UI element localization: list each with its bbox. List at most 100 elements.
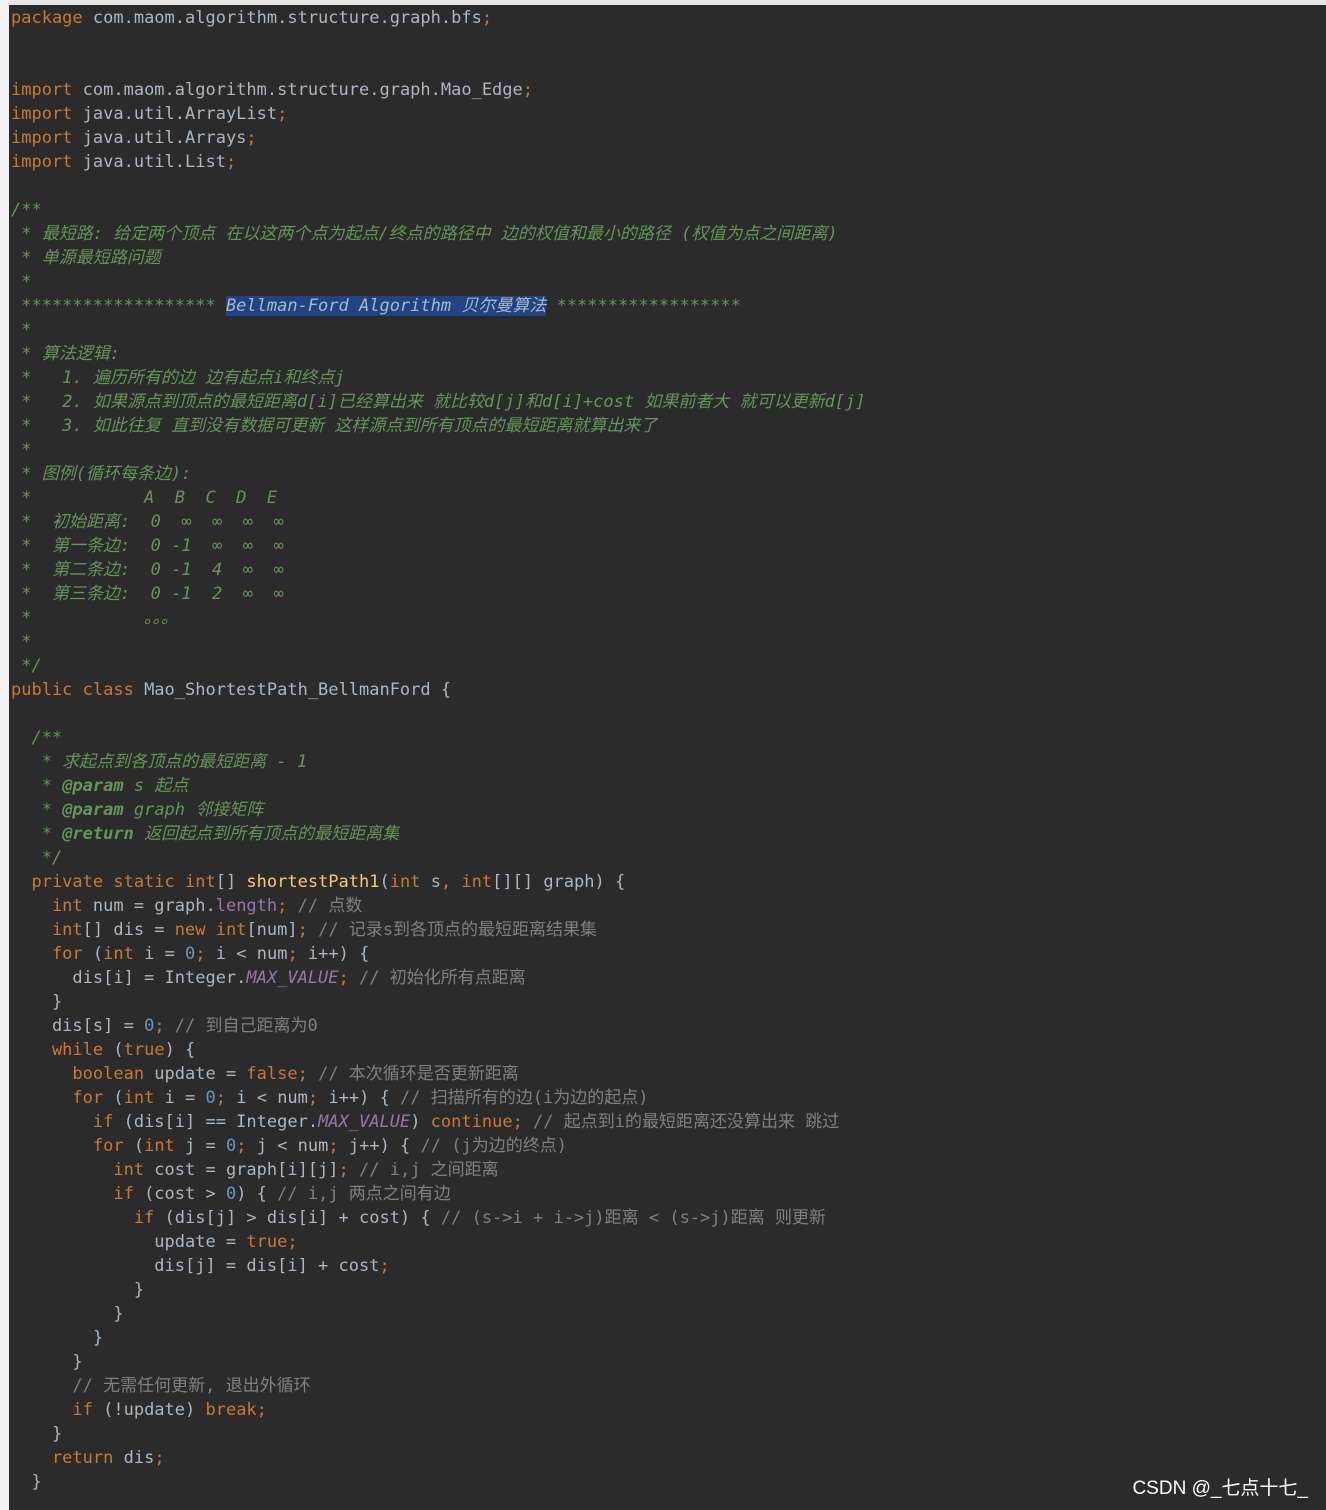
code-token: if (11, 1184, 134, 1204)
code-line: * 算法逻辑: (11, 342, 1326, 366)
code-line: boolean update = false; // 本次循环是否更新距离 (11, 1062, 1326, 1086)
code-token: int (11, 920, 83, 940)
code-token: break (205, 1400, 257, 1420)
code-token: j < num (256, 1136, 329, 1156)
code-line: * 单源最短路问题 (11, 246, 1326, 270)
code-token: 返回起点到所有顶点的最短距离集 (133, 824, 400, 844)
code-token: ; (277, 104, 288, 124)
code-line: int num = graph.length; // 点数 (11, 894, 1326, 918)
code-line: * A B C D E (11, 486, 1326, 510)
code-line: import java.util.ArrayList; (11, 102, 1326, 126)
code-token: // 记录s到各顶点的最短距离结果集 (318, 920, 598, 940)
code-token: * 1. 遍历所有的边 边有起点i和终点j (11, 368, 345, 388)
code-token: ; (297, 920, 319, 940)
code-line: ******************* Bellman-Ford Algorit… (11, 294, 1326, 318)
code-token: ; (246, 128, 257, 148)
code-token: * 3. 如此往复 直到没有数据可更新 这样源点到所有顶点的最短距离就算出来了 (11, 416, 658, 436)
code-token: [] dis = (82, 920, 175, 940)
code-token: [][] graph) { (492, 872, 626, 892)
code-token: dis[j] = dis[i] + cost (11, 1256, 380, 1276)
code-token: * 第二条边: 0 -1 4 ∞ ∞ (11, 560, 284, 580)
code-token: ; (256, 1400, 267, 1420)
code-token: int (11, 896, 83, 916)
code-line: * (11, 438, 1326, 462)
code-token: ; (307, 1088, 329, 1108)
code-line: } (11, 1302, 1326, 1326)
code-token: graph 邻接矩阵 (123, 800, 264, 820)
code-line: ​ (11, 30, 1326, 54)
code-line: /** (11, 198, 1326, 222)
code-token: * 求起点到各顶点的最短距离 - 1 (11, 752, 308, 772)
code-token: com.maom.algorithm.structure.graph.bfs (82, 8, 482, 28)
code-token: java.util.ArrayList (72, 104, 278, 124)
code-line: for (int j = 0; j < num; j++) { // (j为边的… (11, 1134, 1326, 1158)
code-token: s 起点 (123, 776, 189, 796)
code-line: private static int[] shortestPath1(int s… (11, 870, 1326, 894)
code-line: ​ (11, 702, 1326, 726)
code-token: // (j为边的终点) (420, 1136, 567, 1156)
code-token: 0 (205, 1088, 216, 1108)
code-line: package com.maom.algorithm.structure.gra… (11, 6, 1326, 30)
code-line: } (11, 1326, 1326, 1350)
code-token: shortestPath1 (246, 872, 380, 892)
code-token: // 起点到i的最短距离还没算出来 跳过 (533, 1112, 840, 1132)
code-line: // 无需任何更新, 退出外循环 (11, 1374, 1326, 1398)
code-line: * 第二条边: 0 -1 4 ∞ ∞ (11, 558, 1326, 582)
code-token: ; (379, 1256, 390, 1276)
code-line: * (11, 270, 1326, 294)
code-token: * 单源最短路问题 (11, 248, 161, 268)
code-token: private static int (11, 872, 216, 892)
code-line: import java.util.Arrays; (11, 126, 1326, 150)
code-line: dis[j] = dis[i] + cost; (11, 1254, 1326, 1278)
code-line: update = true; (11, 1230, 1326, 1254)
code-token: * 。。。 (11, 608, 179, 628)
code-token: ( (103, 1088, 124, 1108)
code-token: for (11, 944, 83, 964)
code-token: import (11, 128, 73, 148)
code-token: /** (11, 200, 42, 220)
code-token: // (s->i + i->j)距离 < (s->j)距离 则更新 (440, 1208, 826, 1228)
code-line: dis[i] = Integer.MAX_VALUE; // 初始化所有点距离 (11, 966, 1326, 990)
code-token: (dis[j] > dis[i] + cost) { (154, 1208, 441, 1228)
code-token: } (11, 1472, 42, 1492)
code-token: if (11, 1400, 93, 1420)
code-token: ; (481, 8, 493, 28)
code-token: false (246, 1064, 298, 1084)
code-token: * (11, 440, 32, 460)
code-token: ; (154, 1016, 175, 1036)
code-line: } (11, 1278, 1326, 1302)
code-line: */ (11, 846, 1326, 870)
code-token: * 最短路: 给定两个顶点 在以这两个点为起点/终点的路径中 边的权值和最小的路… (11, 224, 838, 244)
code-token: int (461, 872, 493, 892)
code-token: * 第三条边: 0 -1 2 ∞ ∞ (11, 584, 284, 604)
code-editor[interactable]: package com.maom.algorithm.structure.gra… (11, 6, 1326, 1494)
code-line: * 第一条边: 0 -1 ∞ ∞ ∞ (11, 534, 1326, 558)
code-line: if (dis[i] == Integer.MAX_VALUE) continu… (11, 1110, 1326, 1134)
code-token: ; (277, 896, 298, 916)
code-token: import (11, 80, 73, 100)
code-line: for (int i = 0; i < num; i++) { (11, 942, 1326, 966)
code-line: * 2. 如果源点到顶点的最短距离d[i]已经算出来 就比较d[j]和d[i]+… (11, 390, 1326, 414)
code-line: import java.util.List; (11, 150, 1326, 174)
code-token: dis (113, 1448, 155, 1468)
code-token: i = (133, 944, 186, 964)
code-line: public class Mao_ShortestPath_BellmanFor… (11, 678, 1326, 702)
code-token: * 算法逻辑: (11, 344, 120, 364)
code-token: cost = graph[i][j] (144, 1160, 339, 1180)
code-line: for (int i = 0; i < num; i++) { // 扫描所有的… (11, 1086, 1326, 1110)
code-token: ; (195, 944, 216, 964)
code-token: update = (11, 1232, 247, 1252)
code-token: dis[i] = Integer. (11, 968, 247, 988)
code-token: ) { (164, 1040, 196, 1060)
code-line: * @param s 起点 (11, 774, 1326, 798)
code-line: * 初始距离: 0 ∞ ∞ ∞ ∞ (11, 510, 1326, 534)
watermark: CSDN @_七点十七_ (1132, 1478, 1308, 1499)
code-token: } (11, 1424, 63, 1444)
code-token: } (11, 1304, 124, 1324)
code-token: */ (11, 848, 63, 868)
code-token: package (11, 8, 83, 28)
code-token: ; (338, 968, 360, 988)
code-line: if (dis[j] > dis[i] + cost) { // (s->i +… (11, 1206, 1326, 1230)
code-line: /** (11, 726, 1326, 750)
code-token: ) (410, 1112, 431, 1132)
